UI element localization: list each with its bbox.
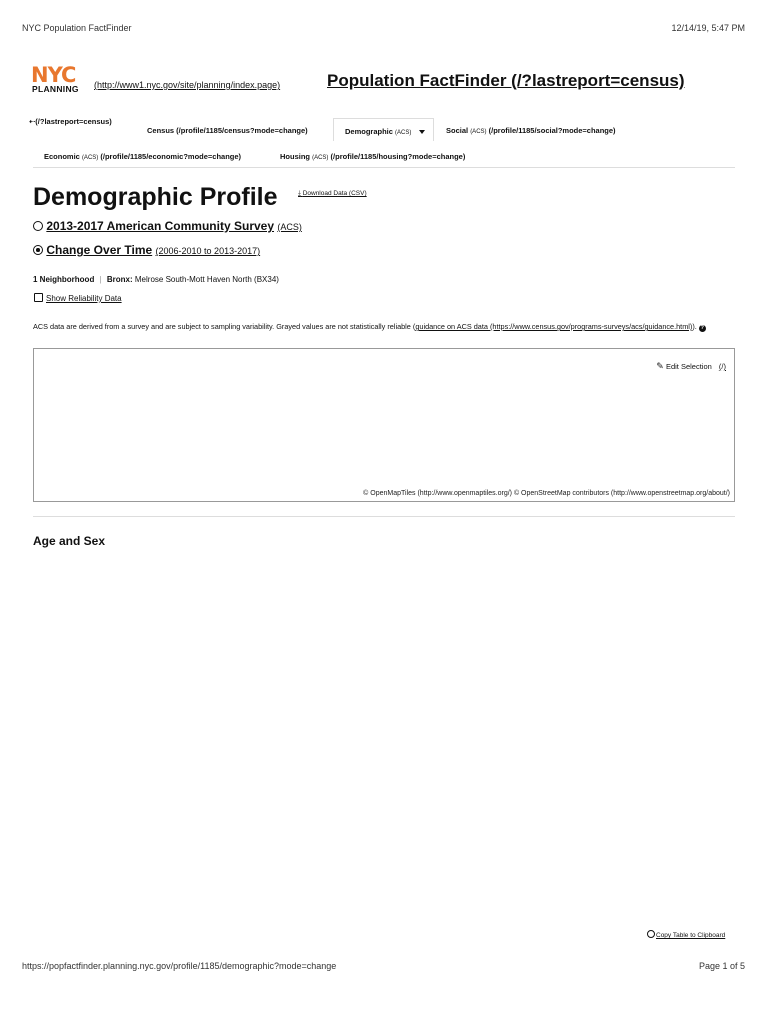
page-title: Demographic Profile xyxy=(33,183,278,211)
nav-divider xyxy=(33,167,735,168)
copy-table-label: Copy Table to Clipboard xyxy=(656,932,726,939)
edit-selection-label: Edit Selection xyxy=(665,362,712,371)
tab-housing[interactable]: Housing (ACS) (/profile/1185/housing?mod… xyxy=(280,152,465,161)
tab-social-acs: (ACS) xyxy=(470,129,487,135)
download-label: Download Data (CSV) xyxy=(302,190,367,197)
pencil-icon: ✎ xyxy=(656,361,664,371)
tab-economic[interactable]: Economic (ACS) (/profile/1185/economic?m… xyxy=(44,152,241,161)
selection-summary: 1 Neighborhood | Bronx: Melrose South-Mo… xyxy=(33,275,279,284)
tab-housing-acs: (ACS) xyxy=(312,155,329,161)
option-change-label: Change Over Time xyxy=(46,243,153,257)
tab-economic-href: (/profile/1185/economic?mode=change) xyxy=(100,152,242,161)
tab-social[interactable]: Social (ACS) (/profile/1185/social?mode=… xyxy=(446,126,616,135)
map-panel[interactable]: ✎ Edit Selection (/) © OpenMapTiles (htt… xyxy=(33,348,735,502)
checkbox-icon[interactable] xyxy=(34,293,43,302)
neighborhood-count: 1 Neighborhood xyxy=(33,275,95,284)
copy-icon xyxy=(647,930,655,938)
map-attribution: © OpenMapTiles (http://www.openmaptiles.… xyxy=(363,490,730,497)
acs-note: ACS data are derived from a survey and a… xyxy=(33,320,733,334)
reliability-label: Show Reliability Data xyxy=(46,294,122,303)
selection-separator: | xyxy=(99,275,102,284)
print-header-title: NYC Population FactFinder xyxy=(22,23,132,33)
acs-guidance-link[interactable]: guidance on ACS data (https://www.census… xyxy=(415,322,692,331)
reliability-toggle[interactable]: Show Reliability Data xyxy=(34,293,122,303)
edit-selection-control[interactable]: ✎ Edit Selection (/) xyxy=(656,361,726,372)
option-change-over-time[interactable]: Change Over Time (2006-2010 to 2013-2017… xyxy=(33,243,260,257)
site-title-link[interactable]: Population FactFinder (/?lastreport=cens… xyxy=(327,71,685,91)
acs-note-end: ). xyxy=(692,322,697,331)
info-icon[interactable]: ? xyxy=(698,325,706,332)
print-header-date: 12/14/19, 5:47 PM xyxy=(671,23,745,33)
tab-housing-label: Housing xyxy=(280,152,310,161)
acs-note-text: ACS data are derived from a survey and a… xyxy=(33,322,416,331)
tab-demographic[interactable]: Demographic (ACS) xyxy=(333,118,434,141)
download-csv-link[interactable]: ⤓ Download Data (CSV) xyxy=(298,190,367,198)
tab-census[interactable]: Census (/profile/1185/census?mode=change… xyxy=(147,126,308,135)
tab-economic-acs: (ACS) xyxy=(81,155,99,161)
option-acs-label: 2013-2017 American Community Survey xyxy=(46,219,275,233)
logo-planning-text: PLANNING xyxy=(32,84,79,94)
option-acs-sub: (ACS) xyxy=(277,222,302,232)
borough-label: Bronx: xyxy=(106,275,133,284)
area-name: Melrose South-Mott Haven North (BX34) xyxy=(134,275,279,284)
option-acs-survey[interactable]: 2013-2017 American Community Survey (ACS… xyxy=(33,219,302,233)
radio-checked-icon[interactable] xyxy=(33,245,43,255)
tab-social-label: Social xyxy=(446,126,469,135)
caret-down-icon xyxy=(419,130,426,135)
section-divider xyxy=(33,516,735,517)
planning-home-link[interactable]: (http://www1.nyc.gov/site/planning/index… xyxy=(94,80,280,90)
tab-housing-href: (/profile/1185/housing?mode=change) xyxy=(330,152,466,161)
tab-demographic-label: Demographic xyxy=(345,127,393,136)
print-footer-page: Page 1 of 5 xyxy=(698,961,745,971)
edit-selection-link[interactable]: (/) xyxy=(719,362,726,371)
copy-table-button[interactable]: Copy Table to Clipboard xyxy=(647,930,725,939)
nyc-planning-logo[interactable]: NYC PLANNING xyxy=(31,63,86,95)
tab-economic-label: Economic xyxy=(44,152,80,161)
logo-nyc-text: NYC xyxy=(31,63,76,87)
back-link-text: (/?lastreport=census) xyxy=(35,117,112,126)
tab-demographic-acs: (ACS) xyxy=(395,130,412,136)
age-sex-heading: Age and Sex xyxy=(33,534,106,548)
radio-unchecked-icon[interactable] xyxy=(33,221,43,231)
back-nav-link[interactable]: ⇠(/?lastreport=census) xyxy=(29,117,112,126)
option-change-sub: (2006-2010 to 2013-2017) xyxy=(155,246,261,256)
print-footer-url: https://popfactfinder.planning.nyc.gov/p… xyxy=(22,961,337,971)
download-icon: ⤓ xyxy=(298,190,301,197)
tab-social-href: (/profile/1185/social?mode=change) xyxy=(488,126,616,135)
